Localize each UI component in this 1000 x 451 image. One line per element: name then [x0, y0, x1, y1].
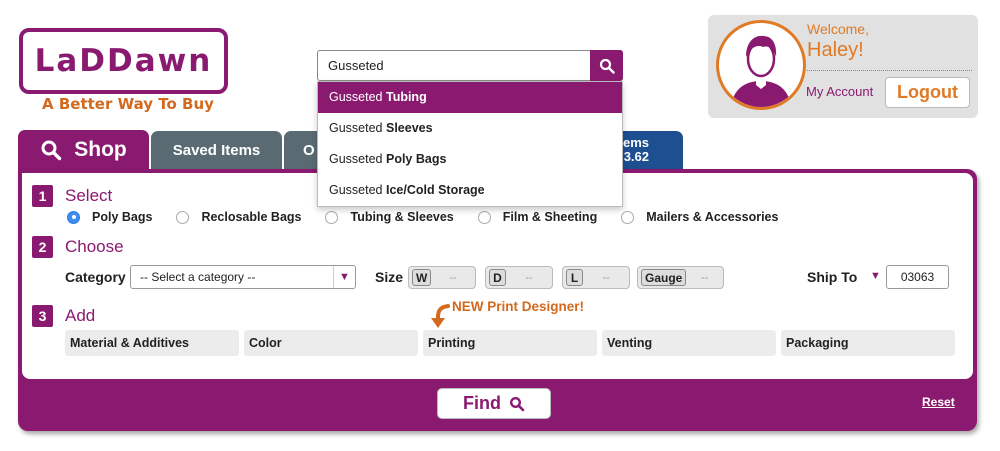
- reset-link[interactable]: Reset: [922, 395, 955, 409]
- tab-label: ems: [622, 135, 649, 150]
- logout-button[interactable]: Logout: [885, 77, 970, 108]
- cart-total: 3.62: [623, 149, 649, 164]
- ship-to-zip-input[interactable]: [886, 265, 949, 289]
- depth-key: D: [489, 269, 506, 286]
- gauge-field[interactable]: Gauge --: [637, 266, 724, 289]
- tab-label: O: [303, 141, 315, 159]
- user-icon: [731, 35, 791, 107]
- tab-label: Shop: [74, 138, 127, 161]
- curved-arrow-icon: [431, 304, 450, 328]
- radio-label[interactable]: Poly Bags: [92, 210, 152, 224]
- width-field[interactable]: W --: [408, 266, 476, 289]
- new-print-designer-callout[interactable]: NEW Print Designer!: [452, 299, 584, 314]
- ship-to-label: Ship To: [807, 269, 858, 285]
- option-venting[interactable]: Venting: [602, 330, 776, 356]
- welcome-text: Welcome,: [807, 21, 869, 37]
- search-input[interactable]: [318, 51, 590, 80]
- step-number: 1: [32, 185, 53, 207]
- suggestion-item[interactable]: Gusseted Ice/Cold Storage: [318, 175, 622, 206]
- step-title: Select: [65, 186, 113, 205]
- search-bar: [317, 50, 623, 81]
- radio-label[interactable]: Film & Sheeting: [503, 210, 597, 224]
- tab-label: Saved Items: [172, 141, 261, 159]
- shop-panel: 1 Select Poly Bags Reclosable Bags Tubin…: [18, 169, 977, 431]
- width-key: W: [412, 269, 432, 286]
- radio-reclosable-bags[interactable]: [176, 210, 190, 224]
- radio-film-sheeting[interactable]: [477, 210, 491, 224]
- avatar[interactable]: [716, 20, 806, 110]
- length-value: --: [602, 271, 610, 284]
- depth-value: --: [525, 271, 533, 284]
- chevron-down-icon: ▼: [333, 266, 355, 288]
- search-icon: [509, 396, 525, 411]
- option-printing[interactable]: Printing: [423, 330, 597, 356]
- category-label: Category: [65, 269, 126, 285]
- add-options: Material & Additives Color Printing Vent…: [65, 330, 955, 356]
- option-color[interactable]: Color: [244, 330, 418, 356]
- category-select[interactable]: -- Select a category -- ▼: [130, 265, 356, 289]
- logo-text: LaDDawn: [34, 43, 213, 79]
- size-label: Size: [375, 269, 404, 285]
- search-icon: [599, 58, 615, 74]
- find-label: Find: [463, 393, 501, 413]
- tagline: A Better Way To Buy: [42, 95, 214, 113]
- radio-label[interactable]: Tubing & Sleeves: [350, 210, 453, 224]
- radio-poly-bags[interactable]: [67, 210, 80, 224]
- step-title: Choose: [65, 237, 124, 256]
- step-number: 2: [32, 236, 53, 258]
- gauge-key: Gauge: [641, 269, 687, 286]
- category-value: -- Select a category --: [140, 270, 256, 284]
- product-type-group: Poly Bags Reclosable Bags Tubing & Sleev…: [67, 210, 802, 224]
- suggestion-item[interactable]: Gusseted Tubing: [318, 82, 622, 113]
- depth-field[interactable]: D --: [485, 266, 553, 289]
- option-material-additives[interactable]: Material & Additives: [65, 330, 239, 356]
- step-title: Add: [65, 306, 96, 325]
- find-button[interactable]: Find: [437, 388, 551, 419]
- radio-label[interactable]: Mailers & Accessories: [646, 210, 778, 224]
- radio-mailers-accessories[interactable]: [621, 210, 635, 224]
- length-key: L: [566, 269, 583, 286]
- suggestion-item[interactable]: Gusseted Sleeves: [318, 113, 622, 144]
- radio-tubing-sleeves[interactable]: [325, 210, 339, 224]
- step-number: 3: [32, 305, 53, 327]
- laddawn-logo[interactable]: LaDDawn: [19, 28, 228, 94]
- width-value: --: [449, 271, 457, 284]
- suggestion-item[interactable]: Gusseted Poly Bags: [318, 144, 622, 175]
- divider: [807, 70, 972, 71]
- account-panel: Welcome, Haley! My Account Logout: [708, 15, 978, 118]
- my-account-link[interactable]: My Account: [806, 84, 873, 99]
- tab-saved-items[interactable]: Saved Items: [151, 131, 282, 169]
- search-button[interactable]: [590, 50, 623, 81]
- search-suggestions: Gusseted Tubing Gusseted Sleeves Gussete…: [317, 81, 623, 207]
- length-field[interactable]: L --: [562, 266, 630, 289]
- gauge-value: --: [701, 271, 709, 284]
- radio-label[interactable]: Reclosable Bags: [201, 210, 301, 224]
- tab-shop[interactable]: Shop: [18, 130, 149, 170]
- search-icon: [41, 140, 62, 161]
- option-packaging[interactable]: Packaging: [781, 330, 955, 356]
- user-name: Haley!: [807, 39, 864, 61]
- caret-down-icon[interactable]: ▼: [870, 270, 881, 282]
